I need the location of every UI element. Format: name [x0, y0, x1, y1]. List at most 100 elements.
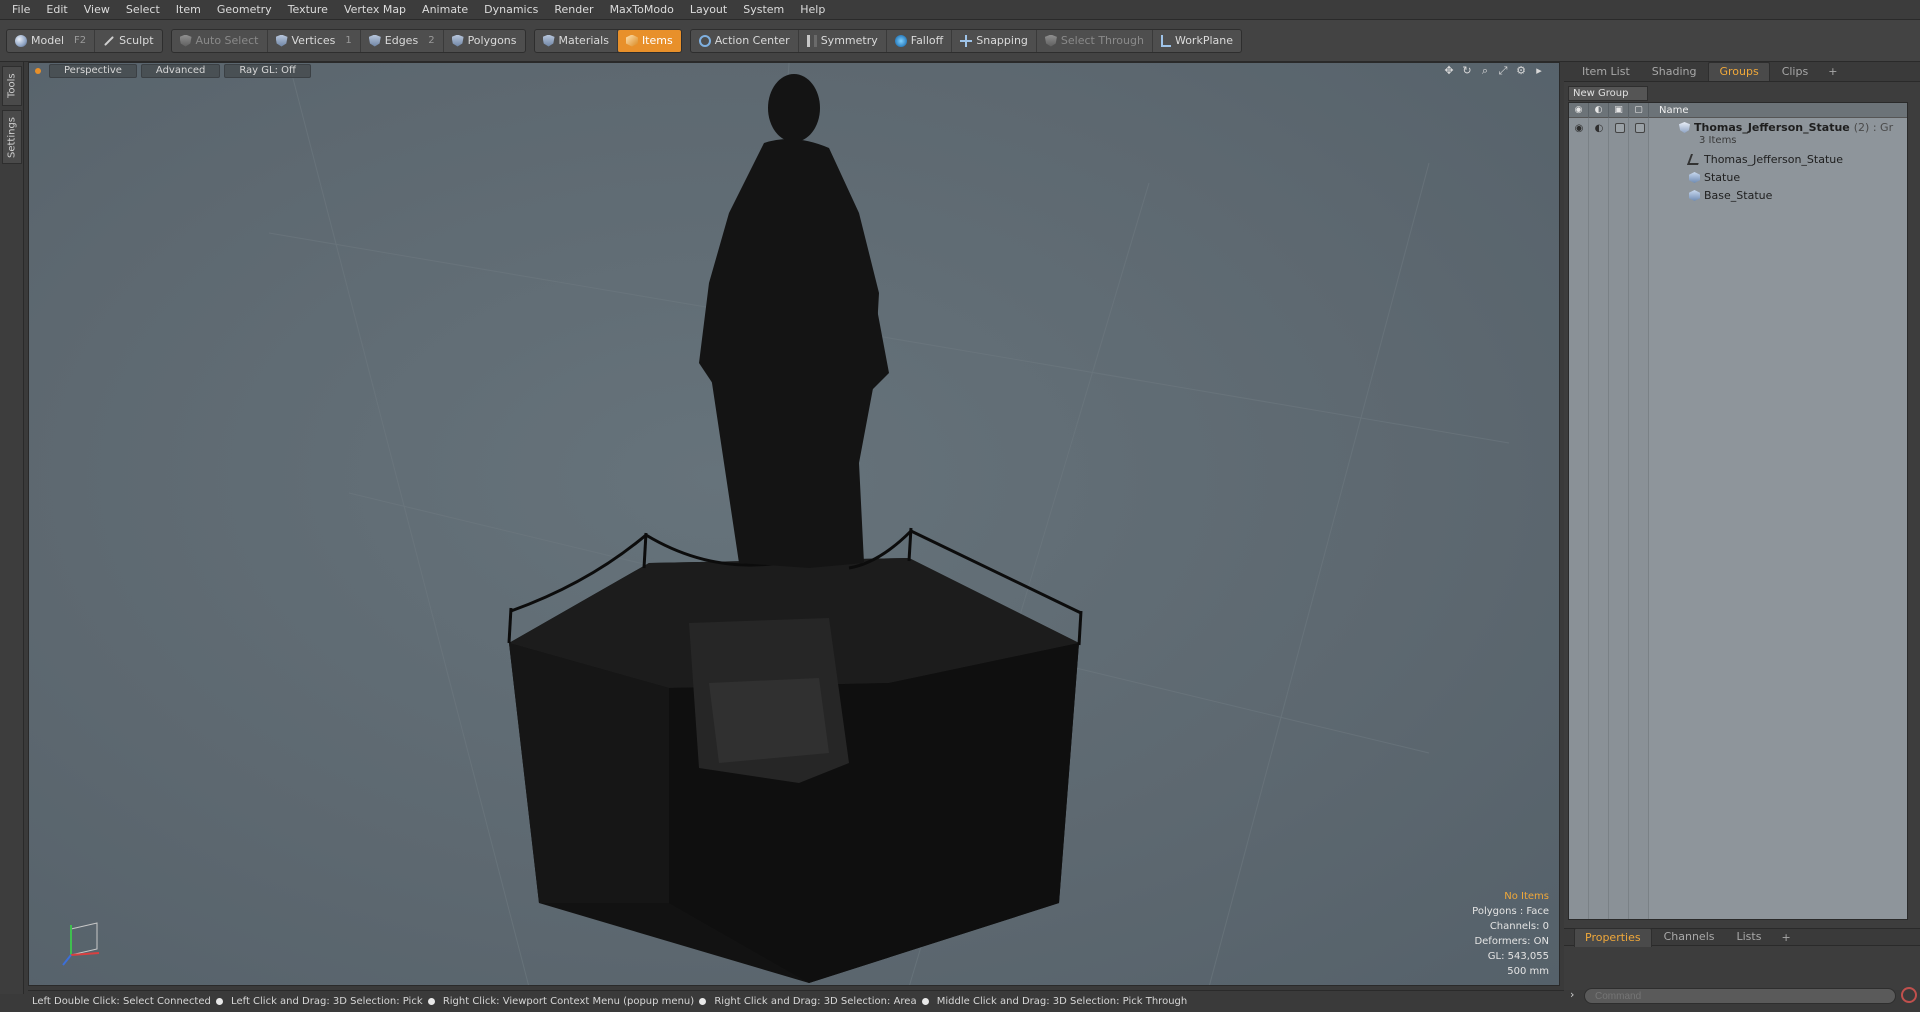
vertices-label: Vertices — [291, 34, 336, 47]
name-column-header[interactable]: Name — [1649, 105, 1689, 116]
tools-tab[interactable]: Tools — [2, 66, 22, 106]
symmetry-label: Symmetry — [820, 34, 878, 47]
3d-viewport[interactable]: Perspective Advanced Ray GL: Off ✥ ↻ ⌕ ⤢… — [28, 62, 1560, 986]
polygons-button[interactable]: Polygons — [444, 30, 525, 52]
edges-button[interactable]: Edges 2 — [361, 29, 444, 52]
raygl-dropdown[interactable]: Ray GL: Off — [224, 64, 311, 78]
menu-edit[interactable]: Edit — [38, 0, 75, 20]
statue-mesh — [699, 74, 889, 568]
view-mode-dropdown[interactable]: Perspective — [49, 64, 137, 78]
zoom-icon[interactable]: ⌕ — [1479, 65, 1491, 77]
item-mode-group: Materials Items — [533, 28, 682, 53]
rotate-icon[interactable]: ↻ — [1461, 65, 1473, 77]
pan-icon[interactable]: ✥ — [1443, 65, 1455, 77]
properties-tabs: Properties Channels Lists + — [1564, 927, 1920, 947]
vertices-icon — [275, 34, 288, 47]
menu-maxtomodo[interactable]: MaxToModo — [602, 0, 682, 20]
command-history-icon[interactable] — [1901, 987, 1917, 1003]
gear-icon[interactable]: ⚙ — [1515, 65, 1527, 77]
menu-select[interactable]: Select — [118, 0, 168, 20]
group-render-icon[interactable]: ◐ — [1592, 122, 1606, 134]
command-input[interactable] — [1584, 988, 1896, 1004]
tab-groups[interactable]: Groups — [1708, 62, 1770, 81]
select-toggle-icon[interactable]: ▢ — [1629, 102, 1649, 118]
tab-clips[interactable]: Clips — [1772, 63, 1819, 81]
tree-item-thomas-jefferson-statue[interactable]: Thomas_Jefferson_Statue — [1686, 152, 1843, 167]
tab-shading[interactable]: Shading — [1642, 63, 1707, 81]
vertices-button[interactable]: Vertices 1 — [268, 29, 361, 52]
deformers-info: Deformers: ON — [1474, 936, 1549, 947]
menu-texture[interactable]: Texture — [280, 0, 336, 20]
tab-channels[interactable]: Channels — [1654, 928, 1725, 946]
tab-properties[interactable]: Properties — [1574, 927, 1652, 947]
menu-layout[interactable]: Layout — [682, 0, 735, 20]
maximize-icon[interactable]: ⤢ — [1497, 65, 1509, 77]
menu-animate[interactable]: Animate — [414, 0, 476, 20]
workplane-icon — [1160, 34, 1171, 47]
axis-gizmo — [62, 922, 100, 966]
sculpt-mode-button[interactable]: Sculpt — [95, 30, 161, 52]
materials-button[interactable]: Materials — [535, 29, 618, 52]
group-lock-checkbox[interactable] — [1615, 123, 1625, 133]
viewport-scene — [268, 63, 1510, 985]
falloff-icon — [894, 34, 907, 47]
crosshair-icon — [698, 34, 711, 47]
group-select-checkbox[interactable] — [1635, 123, 1645, 133]
viewport-info-overlay: No Items Polygons : Face Channels: 0 Def… — [1472, 889, 1549, 979]
new-group-button[interactable]: New Group — [1568, 86, 1648, 101]
visibility-eye-icon[interactable]: ◉ — [1569, 102, 1589, 118]
menu-view[interactable]: View — [76, 0, 118, 20]
groups-tree: ◉ ◐ ▣ ▢ Name ◉ ◐ Thomas_Jefferson_Statue… — [1568, 102, 1908, 920]
expand-arrow-icon[interactable]: ▸ — [1533, 65, 1545, 77]
menu-system[interactable]: System — [735, 0, 792, 20]
action-center-label: Action Center — [714, 34, 790, 47]
selection-mode-group: Auto Select Vertices 1 Edges 2 Polygons — [170, 28, 526, 53]
base-statue-mesh — [507, 527, 1083, 983]
polygons-icon — [451, 34, 464, 47]
tab-lists[interactable]: Lists — [1727, 928, 1772, 946]
model-label: Model — [31, 34, 65, 47]
tree-item-base-statue[interactable]: Base_Statue — [1689, 188, 1772, 203]
menu-file[interactable]: File — [4, 0, 38, 20]
model-shortcut: F2 — [74, 35, 87, 46]
menu-render[interactable]: Render — [546, 0, 601, 20]
column-select — [1629, 118, 1649, 919]
select-through-label: Select Through — [1060, 34, 1144, 47]
sculpt-label: Sculpt — [119, 34, 154, 47]
status-hint: Left Double Click: Select Connected — [32, 996, 211, 1007]
items-button[interactable]: Items — [617, 29, 681, 52]
auto-select-button[interactable]: Auto Select — [172, 29, 268, 52]
group-row[interactable]: Thomas_Jefferson_Statue (2) : Gr — [1679, 120, 1893, 135]
menu-help[interactable]: Help — [792, 0, 833, 20]
tree-item-statue[interactable]: Statue — [1689, 170, 1740, 185]
select-through-icon — [1044, 34, 1057, 47]
cube-icon — [625, 34, 638, 47]
shading-dropdown[interactable]: Advanced — [140, 64, 221, 78]
model-mode-button[interactable]: Model F2 — [7, 29, 96, 52]
menu-dynamics[interactable]: Dynamics — [476, 0, 546, 20]
falloff-button[interactable]: Falloff — [887, 29, 953, 52]
add-tab-button[interactable]: + — [1820, 65, 1845, 78]
viewport-menu-dot[interactable] — [35, 68, 41, 74]
menu-item[interactable]: Item — [168, 0, 209, 20]
mode-group: Model F2 Sculpt — [6, 28, 163, 53]
symmetry-button[interactable]: Symmetry — [799, 29, 887, 52]
action-center-button[interactable]: Action Center — [691, 29, 799, 52]
viewport-nav-tools: ✥ ↻ ⌕ ⤢ ⚙ ▸ — [1443, 65, 1545, 77]
lock-icon[interactable]: ▣ — [1609, 102, 1629, 118]
workplane-button[interactable]: WorkPlane — [1153, 30, 1241, 52]
bullet-icon — [215, 997, 223, 1005]
action-group: Action Center Symmetry Falloff Snapping … — [689, 28, 1242, 53]
select-through-button[interactable]: Select Through — [1037, 29, 1153, 52]
render-toggle-icon[interactable]: ◐ — [1589, 102, 1609, 118]
snapping-button[interactable]: Snapping — [952, 29, 1037, 52]
group-meta: (2) : Gr — [1853, 121, 1894, 134]
menu-vertex-map[interactable]: Vertex Map — [336, 0, 414, 20]
right-panel: Item List Shading Groups Clips + New Gro… — [1564, 62, 1920, 1004]
mesh-icon — [1689, 190, 1700, 201]
settings-tab[interactable]: Settings — [2, 110, 22, 164]
group-visibility-eye-icon[interactable]: ◉ — [1572, 122, 1586, 134]
tab-item-list[interactable]: Item List — [1572, 63, 1640, 81]
menu-geometry[interactable]: Geometry — [209, 0, 280, 20]
add-bottom-tab-button[interactable]: + — [1773, 931, 1798, 944]
